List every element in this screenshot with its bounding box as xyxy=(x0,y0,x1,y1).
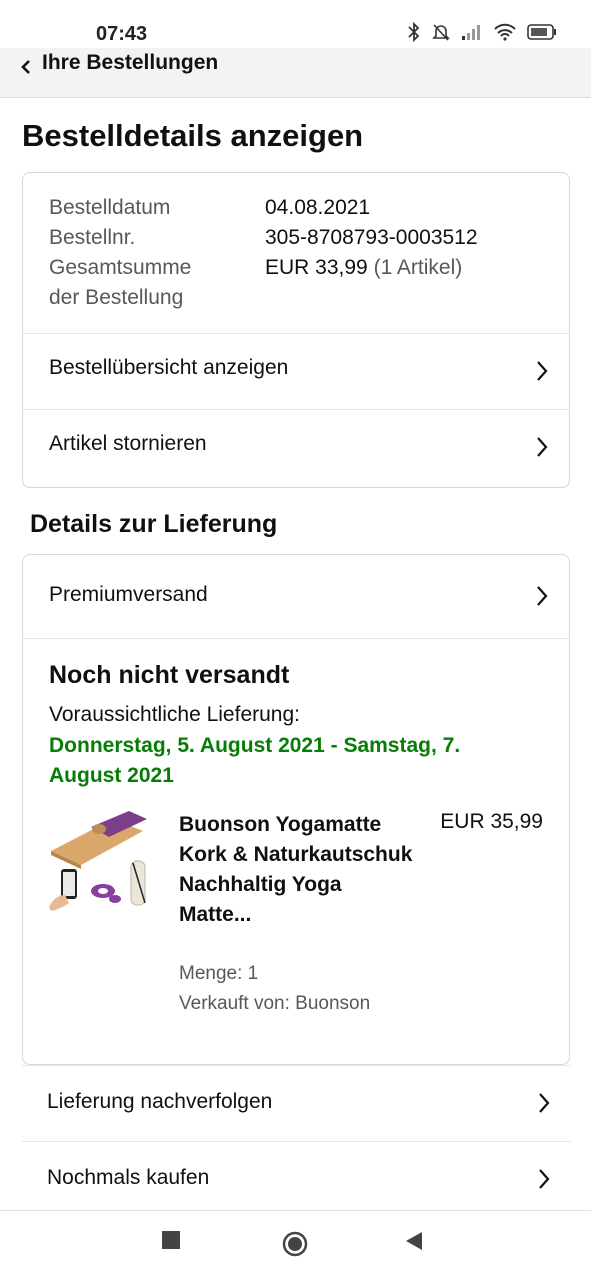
back-chevron-icon[interactable] xyxy=(20,56,34,78)
order-total-label-line1: Gesamtsumme xyxy=(49,256,192,279)
product-price: EUR 35,99 xyxy=(440,810,543,833)
order-date-label: Bestelldatum xyxy=(49,196,171,219)
product-quantity: Menge: 1 xyxy=(179,963,259,984)
track-delivery-row[interactable]: Lieferung nachverfolgen xyxy=(22,1065,571,1141)
order-total-amount: EUR 33,99 xyxy=(265,256,368,279)
mute-bell-icon xyxy=(431,22,451,42)
wifi-icon xyxy=(493,23,517,41)
signal-icon xyxy=(461,24,483,40)
shipment-status: Noch nicht versandt xyxy=(49,661,290,689)
buy-again-row[interactable]: Nochmals kaufen xyxy=(22,1141,571,1217)
chevron-right-icon xyxy=(535,434,549,460)
order-date-value: 04.08.2021 xyxy=(265,196,371,219)
home-circle-icon[interactable] xyxy=(282,1231,308,1262)
delivery-card: Premiumversand Noch nicht versandt Vorau… xyxy=(22,554,570,1065)
product-image[interactable] xyxy=(47,811,155,919)
shipping-method-label: Premiumversand xyxy=(49,583,208,606)
recents-square-icon[interactable] xyxy=(162,1231,180,1254)
chevron-right-icon xyxy=(537,1090,551,1116)
back-link-your-orders[interactable]: Ihre Bestellungen xyxy=(42,51,218,75)
estimated-delivery-date: Donnerstag, 5. August 2021 - Samstag, 7.… xyxy=(49,734,461,787)
buy-again-label: Nochmals kaufen xyxy=(47,1166,210,1189)
estimated-delivery-label: Voraussichtliche Lieferung: xyxy=(49,703,300,726)
battery-icon xyxy=(527,23,557,41)
order-total-value: EUR 33,99 (1 Artikel) xyxy=(265,253,462,283)
product-seller: Verkauft von: Buonson xyxy=(179,993,371,1014)
page-title: Bestelldetails anzeigen xyxy=(22,118,364,153)
view-order-summary-row[interactable]: Bestellübersicht anzeigen xyxy=(23,333,569,409)
cancel-items-row[interactable]: Artikel stornieren xyxy=(23,409,569,485)
track-delivery-label: Lieferung nachverfolgen xyxy=(47,1090,273,1113)
status-icons xyxy=(407,22,557,42)
chevron-right-icon xyxy=(537,1166,551,1192)
chevron-right-icon xyxy=(535,358,549,384)
product-title-link[interactable]: Buonson Yogamatte Kork & Naturkautschuk … xyxy=(179,810,419,930)
order-item-count: (1 Artikel) xyxy=(373,256,463,279)
status-time: 07:43 xyxy=(96,23,148,45)
order-summary-card: Bestelldatum 04.08.2021 Bestellnr. 305-8… xyxy=(22,172,570,488)
shipping-method-row[interactable]: Premiumversand xyxy=(23,555,569,639)
app-header: Ihre Bestellungen xyxy=(0,48,591,98)
order-number-value: 305-8708793-0003512 xyxy=(265,226,478,249)
cancel-items-label: Artikel stornieren xyxy=(49,432,207,455)
status-bar: 07:43 xyxy=(0,0,591,48)
order-number-label: Bestellnr. xyxy=(49,226,136,249)
view-order-summary-label: Bestellübersicht anzeigen xyxy=(49,356,289,379)
back-triangle-icon[interactable] xyxy=(404,1231,424,1256)
system-nav-bar xyxy=(0,1210,591,1280)
bluetooth-icon xyxy=(407,22,421,42)
delivery-section-title: Details zur Lieferung xyxy=(30,510,278,538)
order-total-label-line2: der Bestellung xyxy=(49,286,184,309)
chevron-right-icon xyxy=(535,583,549,609)
